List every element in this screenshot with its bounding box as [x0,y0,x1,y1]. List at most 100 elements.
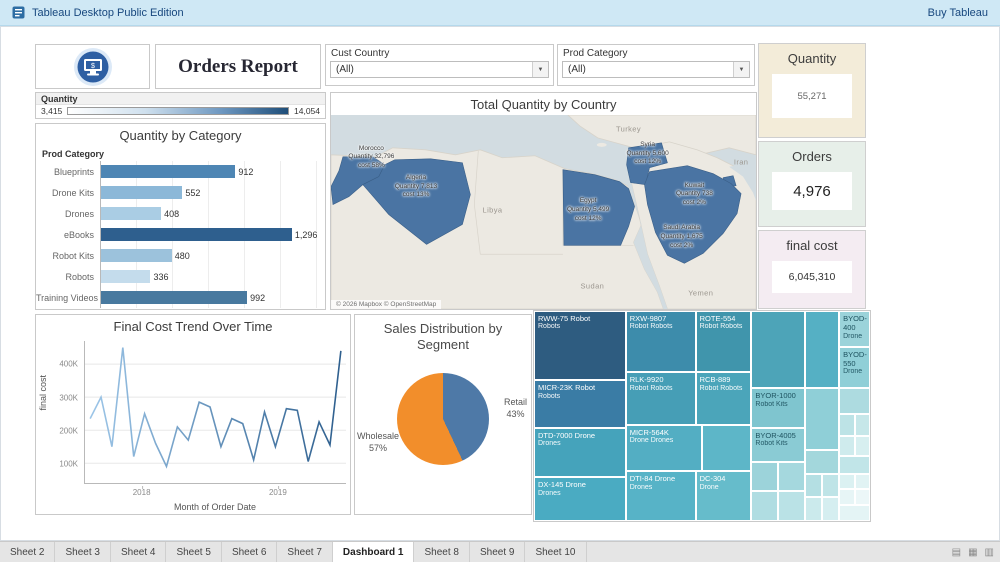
prod-category-filter-label: Prod Category [558,45,754,60]
sheet-list-icon[interactable]: ▥ [985,547,994,558]
treemap-cell[interactable] [805,311,839,388]
treemap-cell[interactable] [805,474,822,498]
prod-category-dropdown[interactable]: (All) ▼ [562,61,750,78]
line-plot-area [84,341,346,484]
treemap-cell[interactable] [855,489,870,505]
bar-category-label[interactable]: Blueprints [36,167,100,177]
treemap-cell[interactable] [839,474,855,490]
treemap-cell[interactable] [751,462,778,492]
bar-category-label[interactable]: Training Videos [36,293,100,303]
treemap-item[interactable]: RWW-75 RobotRobots [534,311,626,380]
sheet-tab[interactable]: Sheet 2 [0,542,55,562]
bar-track: 1,296 [100,224,323,245]
chevron-down-icon[interactable]: ▼ [532,62,548,77]
treemap-cell[interactable] [778,462,805,492]
treemap-item[interactable]: DTI-84 DroneDrones [626,471,696,521]
line-chart-panel: Final Cost Trend Over Time final cost 40… [35,314,351,515]
line-chart-svg [85,341,346,483]
bar[interactable] [101,186,182,199]
treemap-item[interactable]: BYOR-1000Robot Kits [751,388,805,428]
treemap-cell[interactable] [805,497,822,521]
treemap-item[interactable]: DC-304Drone [696,471,752,521]
bar-category-label[interactable]: Drones [36,209,100,219]
bar[interactable] [101,228,292,241]
bar-chart-axis-header: Prod Category [36,146,325,161]
trend-line[interactable] [90,348,341,467]
bar[interactable] [101,207,161,220]
treemap-item[interactable]: MICR-23K RobotRobots [534,380,626,427]
cust-country-dropdown[interactable]: (All) ▼ [330,61,549,78]
chevron-down-icon[interactable]: ▼ [733,62,749,77]
treemap-item[interactable]: DTD-7000 DroneDrones [534,428,626,478]
treemap-cell[interactable] [855,414,870,436]
treemap-cell[interactable] [855,436,870,456]
grid-view-icon[interactable]: ▦ [968,547,977,558]
treemap-cell[interactable] [778,491,805,521]
treemap-item[interactable]: RLK-9920Robot Robots [626,372,696,425]
treemap-cell[interactable] [822,497,839,521]
bar-chart-panel: Quantity by Category Prod Category Bluep… [35,123,326,310]
bar-value-label: 408 [164,209,179,219]
treemap-cell[interactable] [839,456,870,474]
treemap-cell[interactable] [839,388,870,414]
treemap-cell[interactable] [839,505,870,521]
sheet-tab[interactable]: Sheet 3 [55,542,110,562]
sheet-tab[interactable]: Sheet 10 [525,542,586,562]
bar-category-label[interactable]: Drone Kits [36,188,100,198]
x-axis-tick-label: 2019 [269,488,287,497]
treemap-cell[interactable] [702,425,752,472]
treemap-cell[interactable] [751,311,805,388]
sheet-tab[interactable]: Sheet 5 [166,542,221,562]
y-axis-tick-label: 300K [59,393,78,402]
bar-value-label: 480 [175,251,190,261]
quantity-range-slider[interactable] [67,107,289,115]
treemap-item[interactable]: BYOD-550Drone [839,347,870,389]
treemap-cell[interactable] [839,436,855,456]
sheet-tab[interactable]: Sheet 7 [277,542,332,562]
kpi-quantity-card: Quantity 55,271 [758,43,866,138]
sheet-tabbar: Sheet 2Sheet 3Sheet 4Sheet 5Sheet 6Sheet… [0,541,1000,562]
treemap-cell[interactable] [822,474,839,498]
y-axis-label: final cost [38,375,48,411]
bar-category-label[interactable]: Robot Kits [36,251,100,261]
bar-category-label[interactable]: Robots [36,272,100,282]
filmstrip-view-icon[interactable]: ▤ [952,547,961,558]
bar[interactable] [101,291,247,304]
treemap-item[interactable]: DX-145 DroneDrones [534,477,626,521]
treemap-item[interactable]: RCB-889Robot Robots [696,372,752,425]
map-country-data-label[interactable]: AlgeriaQuantity 7,813cost 13% [395,174,437,200]
map-area[interactable]: © 2026 Mapbox © OpenStreetMap MoroccoQua… [331,115,756,309]
treemap-item[interactable]: BYOD-400Drone [839,311,870,347]
bar-value-label: 992 [250,293,265,303]
bar-row: Drone Kits552 [36,182,323,203]
treemap-item[interactable]: RXW-9807Robot Robots [626,311,696,372]
bar-track: 912 [100,161,323,182]
treemap-item[interactable]: ROTE-554Robot Robots [696,311,752,372]
bar[interactable] [101,165,235,178]
bar-row: Robots336 [36,266,323,287]
treemap-item[interactable]: BYOR-4005Robot Kits [751,428,805,462]
bar-category-label[interactable]: eBooks [36,230,100,240]
treemap-cell[interactable] [855,474,870,490]
bar[interactable] [101,270,150,283]
map-country-data-label[interactable]: MoroccoQuantity 32,796cost 58% [348,145,394,171]
map-country-data-label[interactable]: Saudi ArabiaQuantity 1,675cost 2% [660,224,702,250]
pie-chart[interactable] [397,373,489,465]
map-country-data-label[interactable]: EgyptQuantity 5,499cost 12% [567,197,609,223]
map-country-data-label[interactable]: KuwaitQuantity 738cost 2% [676,181,713,207]
map-country-name-label: Sudan [581,281,605,290]
treemap-cell[interactable] [751,491,778,521]
sheet-tab[interactable]: Sheet 4 [111,542,166,562]
sheet-tab[interactable]: Sheet 6 [222,542,277,562]
treemap-item[interactable]: MICR-564KDrone Drones [626,425,702,472]
treemap-cell[interactable] [839,414,855,436]
sheet-tab[interactable]: Sheet 9 [470,542,525,562]
treemap-cell[interactable] [805,450,839,474]
treemap-cell[interactable] [805,388,839,449]
bar[interactable] [101,249,172,262]
sheet-tab[interactable]: Dashboard 1 [333,542,415,562]
sheet-tab[interactable]: Sheet 8 [414,542,469,562]
map-country-data-label[interactable]: SyriaQuantity 5,600cost 12% [626,141,668,167]
treemap-cell[interactable] [839,489,855,505]
buy-tableau-link[interactable]: Buy Tableau [928,7,988,19]
